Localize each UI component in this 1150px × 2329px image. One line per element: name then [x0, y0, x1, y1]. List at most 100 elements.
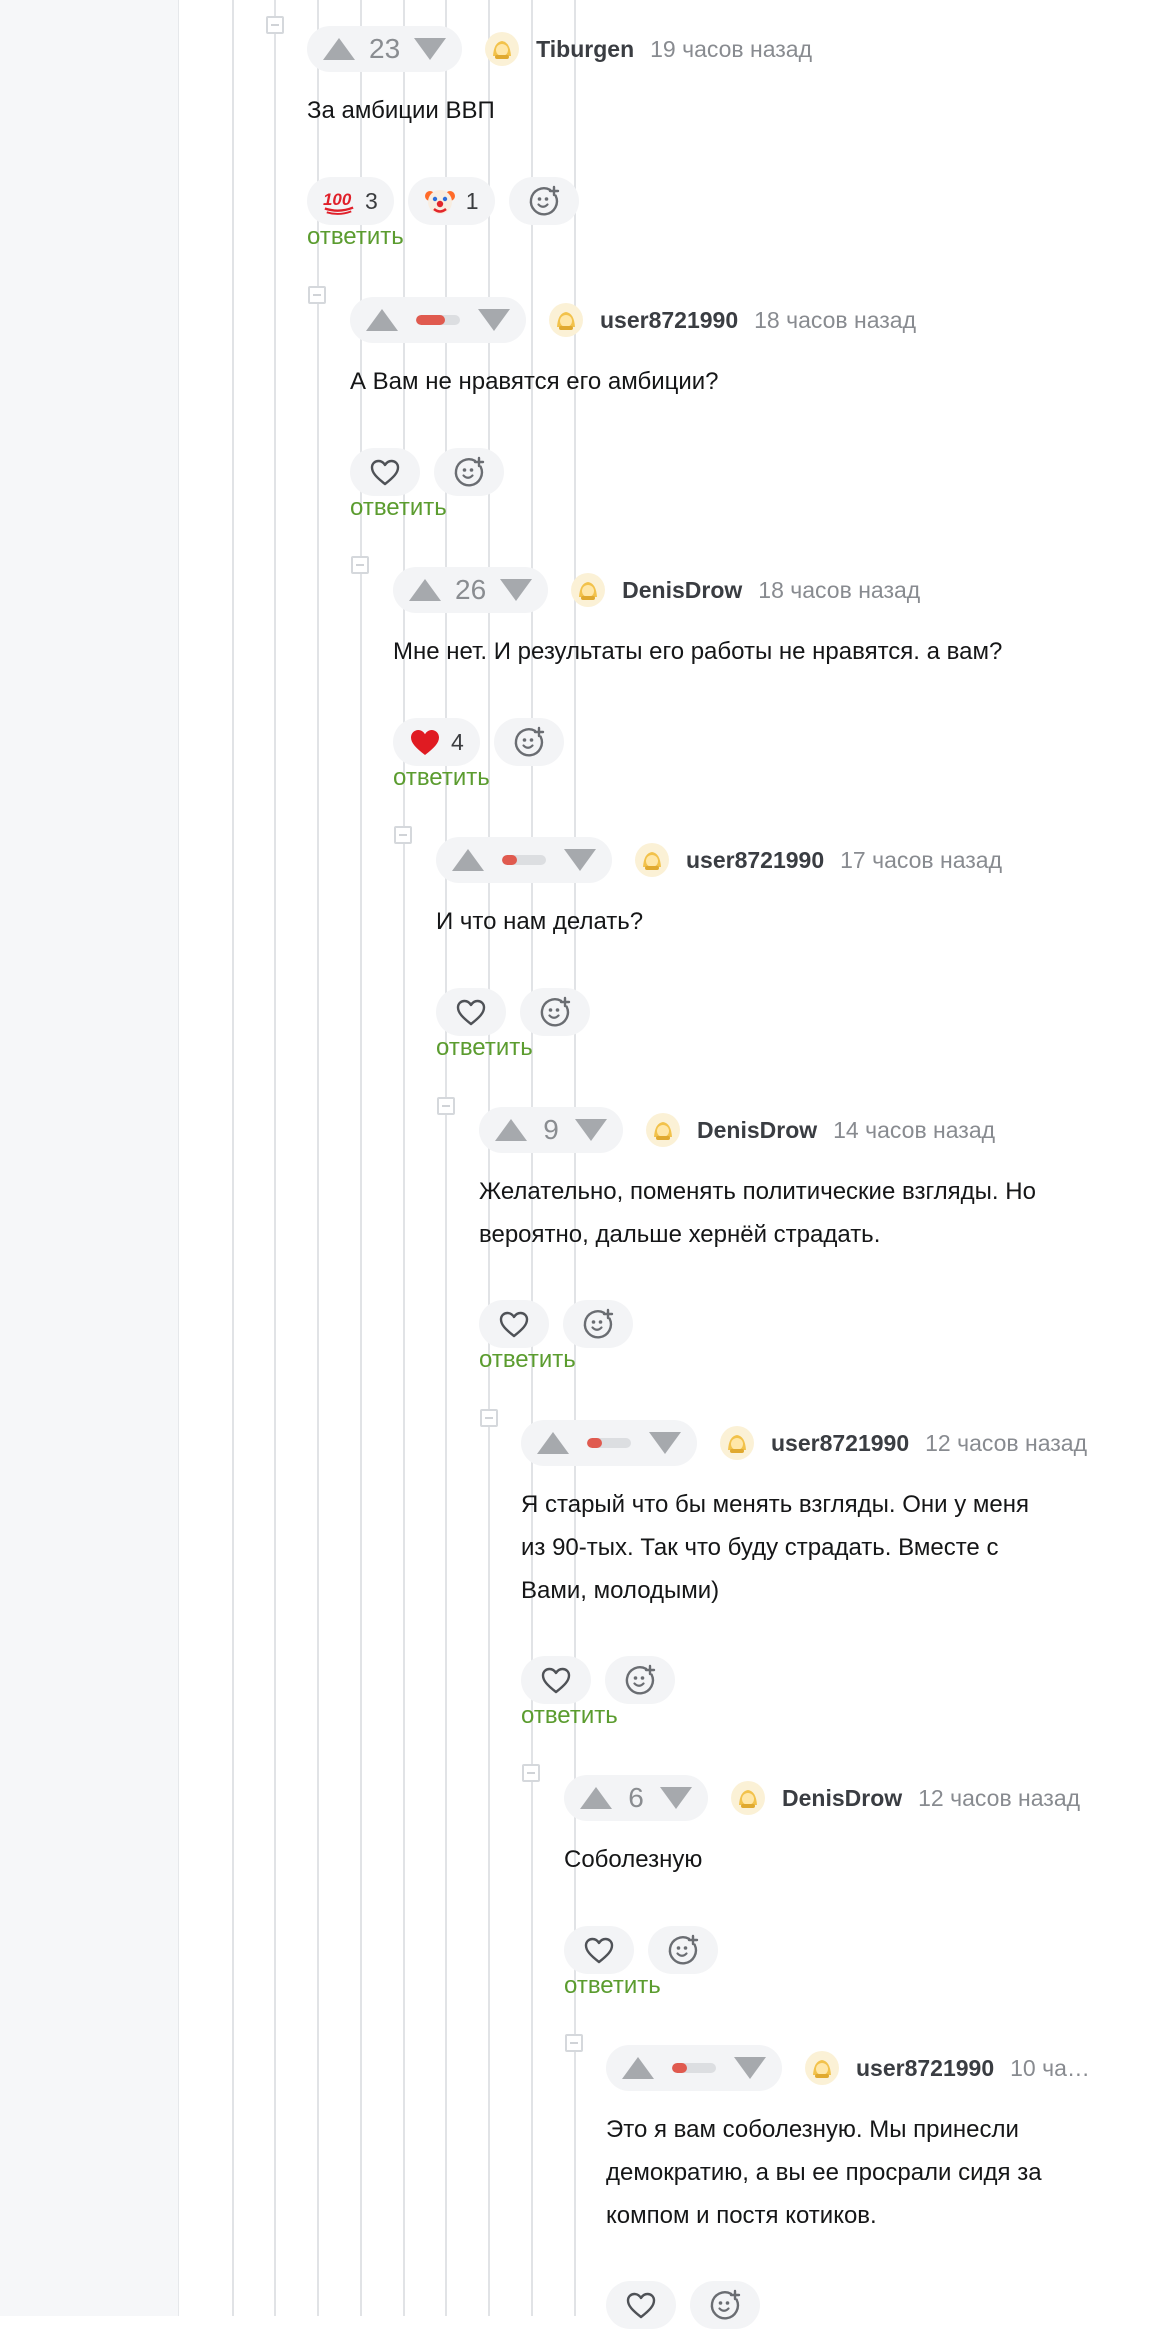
- add-reaction-icon: [539, 996, 571, 1028]
- username[interactable]: user8721990: [686, 847, 824, 874]
- timestamp[interactable]: 18 часов назад: [758, 577, 920, 604]
- collapse-thread-button[interactable]: [437, 1097, 455, 1115]
- like-button[interactable]: [521, 1656, 591, 1704]
- thread-line[interactable]: [360, 0, 362, 2316]
- like-button[interactable]: [606, 2281, 676, 2329]
- add-reaction-button[interactable]: [493, 718, 564, 766]
- rating-count: 23: [369, 33, 401, 64]
- like-button[interactable]: [436, 988, 506, 1036]
- username[interactable]: Tiburgen: [536, 36, 634, 63]
- like-button[interactable]: [479, 1300, 549, 1348]
- reply-link[interactable]: ответить: [393, 764, 490, 792]
- downvote-arrow-icon[interactable]: [478, 309, 510, 331]
- svg-text:100: 100: [323, 190, 352, 209]
- upvote-arrow-icon[interactable]: [622, 2057, 654, 2079]
- rating-bar-fill: [416, 315, 445, 325]
- reply-link[interactable]: ответить: [521, 1702, 618, 1730]
- username[interactable]: user8721990: [856, 2055, 994, 2082]
- comment-header: 9 DenisDrow 14 часов назад: [479, 1106, 995, 1154]
- vote-control: 23: [307, 26, 463, 72]
- collapse-thread-button[interactable]: [394, 826, 412, 844]
- thread-line[interactable]: [403, 0, 405, 2316]
- username[interactable]: user8721990: [600, 307, 738, 334]
- thread-line[interactable]: [317, 0, 319, 2316]
- timestamp[interactable]: 12 часов назад: [918, 1785, 1080, 1812]
- thread-line[interactable]: [232, 0, 234, 2316]
- reactions-bar: [564, 1926, 732, 1974]
- avatar[interactable]: [548, 302, 584, 338]
- upvote-arrow-icon[interactable]: [452, 849, 484, 871]
- heart-outline-icon: [583, 1934, 615, 1966]
- heart-outline-icon: [625, 2289, 657, 2321]
- username[interactable]: DenisDrow: [622, 577, 742, 604]
- like-button[interactable]: [564, 1926, 634, 1974]
- upvote-arrow-icon[interactable]: [537, 1432, 569, 1454]
- upvote-arrow-icon[interactable]: [323, 38, 355, 60]
- downvote-arrow-icon[interactable]: [575, 1119, 607, 1141]
- reply-link[interactable]: ответить: [350, 494, 447, 522]
- reply-link[interactable]: ответить: [436, 1034, 533, 1062]
- upvote-arrow-icon[interactable]: [495, 1119, 527, 1141]
- reaction-hundred-points[interactable]: 100 3: [307, 177, 394, 225]
- avatar[interactable]: [804, 2050, 840, 2086]
- downvote-arrow-icon[interactable]: [500, 579, 533, 601]
- reply-link[interactable]: ответить: [479, 1346, 576, 1374]
- timestamp[interactable]: 10 часов назад: [1010, 2055, 1098, 2082]
- avatar[interactable]: [484, 31, 520, 67]
- reaction-count: 4: [451, 728, 464, 755]
- avatar[interactable]: [730, 1780, 766, 1816]
- downvote-arrow-icon[interactable]: [414, 38, 447, 60]
- thread-line[interactable]: [488, 0, 490, 2316]
- add-reaction-button[interactable]: [605, 1656, 675, 1704]
- reply-link[interactable]: ответить: [307, 223, 404, 251]
- timestamp[interactable]: 19 часов назад: [650, 36, 812, 63]
- comment-text: Это я вам соболезную. Мы принесли демокр…: [606, 2116, 1042, 2229]
- vote-control: [350, 297, 526, 343]
- thread-line[interactable]: [445, 0, 447, 2316]
- add-reaction-button[interactable]: [648, 1926, 718, 1974]
- reaction-count: 1: [465, 187, 479, 214]
- vote-control: [436, 837, 612, 883]
- avatar[interactable]: [634, 842, 670, 878]
- reply-link[interactable]: ответить: [564, 1972, 661, 2000]
- add-reaction-button[interactable]: [563, 1300, 633, 1348]
- add-reaction-button[interactable]: [434, 448, 504, 496]
- reaction-red-heart[interactable]: 4: [393, 718, 480, 766]
- downvote-arrow-icon[interactable]: [660, 1787, 692, 1809]
- collapse-thread-button[interactable]: [565, 2034, 583, 2052]
- upvote-arrow-icon[interactable]: [409, 579, 441, 601]
- username[interactable]: DenisDrow: [697, 1117, 817, 1144]
- collapse-thread-button[interactable]: [351, 556, 369, 574]
- username[interactable]: DenisDrow: [782, 1785, 902, 1812]
- rating-bar-fill: [502, 855, 518, 865]
- heart-outline-icon: [455, 996, 487, 1028]
- avatar[interactable]: [570, 572, 606, 608]
- collapse-thread-button[interactable]: [480, 1409, 498, 1427]
- username[interactable]: user8721990: [771, 1430, 909, 1457]
- avatar[interactable]: [645, 1112, 681, 1148]
- heart-outline-icon: [369, 456, 401, 488]
- add-reaction-button[interactable]: [520, 988, 590, 1036]
- add-reaction-button[interactable]: [690, 2281, 760, 2329]
- thread-line[interactable]: [531, 0, 533, 2316]
- downvote-arrow-icon[interactable]: [649, 1432, 681, 1454]
- vote-control: 26: [393, 567, 549, 613]
- timestamp[interactable]: 18 часов назад: [754, 307, 916, 334]
- timestamp[interactable]: 14 часов назад: [833, 1117, 995, 1144]
- upvote-arrow-icon[interactable]: [366, 309, 398, 331]
- upvote-arrow-icon[interactable]: [580, 1787, 612, 1809]
- hundred-points-icon: 100: [323, 185, 355, 217]
- timestamp[interactable]: 12 часов назад: [925, 1430, 1087, 1457]
- collapse-thread-button[interactable]: [522, 1764, 540, 1782]
- like-button[interactable]: [350, 448, 420, 496]
- thread-line[interactable]: [274, 0, 276, 2316]
- avatar[interactable]: [719, 1425, 755, 1461]
- add-reaction-button[interactable]: [508, 177, 579, 225]
- left-gutter: [0, 0, 179, 2316]
- timestamp[interactable]: 17 часов назад: [840, 847, 1002, 874]
- collapse-thread-button[interactable]: [308, 286, 326, 304]
- downvote-arrow-icon[interactable]: [734, 2057, 766, 2079]
- reaction-clown-face[interactable]: 1: [407, 177, 495, 225]
- collapse-thread-button[interactable]: [266, 16, 284, 34]
- downvote-arrow-icon[interactable]: [564, 849, 596, 871]
